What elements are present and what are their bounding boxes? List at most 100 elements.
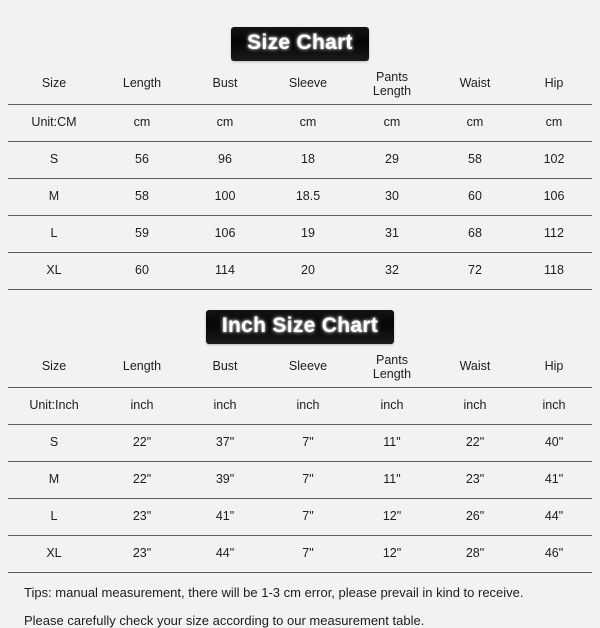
inch-row-m-bust: 39" xyxy=(215,472,235,487)
inch-row-xl-pants-length: 12" xyxy=(382,546,402,561)
cm-row-l-waist: 68 xyxy=(468,226,482,241)
footer-tip-line-1: Tips: manual measurement, there will be … xyxy=(24,585,524,601)
cm-unit-hip: cm xyxy=(545,115,563,130)
cm-unit-row: Unit:CM cm cm cm cm cm cm xyxy=(8,105,592,142)
cm-table-header: Size Length Bust Sleeve Pants Length Wai… xyxy=(8,64,592,105)
footer-tips: Tips: manual measurement, there will be … xyxy=(8,573,592,628)
inch-col-header-hip: Hip xyxy=(544,359,564,374)
cm-chart-title-banner: Size Chart xyxy=(231,27,369,62)
cm-row-m-size: M xyxy=(48,189,60,204)
inch-col-header-length: Length xyxy=(122,359,162,374)
inch-unit-label: Unit:Inch xyxy=(29,398,79,413)
cm-row-xl-hip: 118 xyxy=(544,263,564,278)
cm-pants-length-line2: Length xyxy=(372,84,412,99)
cm-row-l-bust: 106 xyxy=(214,226,236,241)
cm-unit-pants-length: cm xyxy=(383,115,401,130)
between-charts-spacer xyxy=(0,290,600,310)
table-row: XL 60 114 20 32 72 118 xyxy=(8,253,592,290)
inch-row-l-bust: 41" xyxy=(215,509,235,524)
cm-row-xl-sleeve: 20 xyxy=(301,263,315,278)
table-row: M 58 100 18.5 30 60 106 xyxy=(8,179,592,216)
cm-row-s-size: S xyxy=(49,152,59,167)
cm-col-header-size: Size xyxy=(41,76,67,91)
cm-row-l-length: 59 xyxy=(135,226,149,241)
cm-unit-label: Unit:CM xyxy=(31,115,77,130)
inch-row-m-size: M xyxy=(48,472,60,487)
cm-col-header-waist: Waist xyxy=(459,76,491,91)
cm-chart-title-banner-wrap: Size Chart xyxy=(0,27,600,62)
inch-row-l-waist: 26" xyxy=(465,509,485,524)
cm-row-l-hip: 112 xyxy=(544,226,564,241)
cm-row-m-waist: 60 xyxy=(468,189,482,204)
cm-row-xl-pants-length: 32 xyxy=(385,263,399,278)
cm-size-chart-block: Size Length Bust Sleeve Pants Length Wai… xyxy=(0,64,600,290)
cm-unit-sleeve: cm xyxy=(299,115,317,130)
inch-unit-hip: inch xyxy=(542,398,566,413)
cm-row-s-hip: 102 xyxy=(543,152,565,167)
cm-col-header-length: Length xyxy=(122,76,162,91)
cm-row-m-pants-length: 30 xyxy=(385,189,399,204)
inch-row-xl-bust: 44" xyxy=(215,546,235,561)
cm-row-s-waist: 58 xyxy=(468,152,482,167)
inch-col-header-size: Size xyxy=(41,359,67,374)
inch-pants-length-line1: Pants xyxy=(376,352,408,367)
cm-row-xl-bust: 114 xyxy=(215,263,235,278)
inch-row-xl-sleeve: 7" xyxy=(302,546,314,561)
cm-row-m-hip: 106 xyxy=(543,189,565,204)
inch-row-s-sleeve: 7" xyxy=(302,435,314,450)
inch-row-m-waist: 23" xyxy=(465,472,485,487)
cm-row-m-bust: 100 xyxy=(214,189,236,204)
inch-row-s-pants-length: 11" xyxy=(383,435,401,450)
inch-chart-title-banner-wrap: Inch Size Chart xyxy=(0,310,600,345)
inch-row-m-sleeve: 7" xyxy=(302,472,314,487)
cm-row-m-sleeve: 18.5 xyxy=(295,189,321,204)
inch-row-l-size: L xyxy=(50,509,58,524)
inch-unit-length: inch xyxy=(130,398,154,413)
inch-row-m-pants-length: 11" xyxy=(383,472,401,487)
cm-table-body: Unit:CM cm cm cm cm cm cm S 56 96 18 29 … xyxy=(8,105,592,290)
inch-unit-waist: inch xyxy=(463,398,487,413)
inch-col-header-waist: Waist xyxy=(459,359,491,374)
inch-unit-row: Unit:Inch inch inch inch inch inch inch xyxy=(8,388,592,425)
cm-unit-bust: cm xyxy=(216,115,234,130)
inch-chart-title-banner: Inch Size Chart xyxy=(205,310,395,345)
inch-unit-sleeve: inch xyxy=(296,398,320,413)
inch-row-xl-hip: 46" xyxy=(544,546,564,561)
cm-col-header-hip: Hip xyxy=(544,76,564,91)
cm-row-l-pants-length: 31 xyxy=(385,226,399,241)
inch-row-s-waist: 22" xyxy=(465,435,485,450)
inch-size-chart-block: Size Length Bust Sleeve Pants Length Wai… xyxy=(0,347,600,573)
inch-header-row: Size Length Bust Sleeve Pants Length Wai… xyxy=(8,347,592,388)
cm-row-m-length: 58 xyxy=(135,189,149,204)
inch-row-m-hip: 41" xyxy=(544,472,564,487)
cm-row-xl-waist: 72 xyxy=(468,263,482,278)
inch-col-header-bust: Bust xyxy=(212,359,238,374)
cm-header-row: Size Length Bust Sleeve Pants Length Wai… xyxy=(8,64,592,105)
table-row: S 22" 37" 7" 11" 22" 40" xyxy=(8,425,592,462)
cm-row-s-length: 56 xyxy=(135,152,149,167)
inch-row-s-size: S xyxy=(49,435,59,450)
cm-row-l-sleeve: 19 xyxy=(301,226,315,241)
cm-col-header-sleeve: Sleeve xyxy=(288,76,328,91)
inch-row-m-length: 22" xyxy=(132,472,152,487)
inch-row-xl-size: XL xyxy=(46,546,62,561)
inch-row-xl-length: 23" xyxy=(132,546,152,561)
inch-row-l-length: 23" xyxy=(132,509,152,524)
cm-size-table: Size Length Bust Sleeve Pants Length Wai… xyxy=(8,64,592,290)
cm-row-xl-size: XL xyxy=(46,263,62,278)
cm-row-xl-length: 60 xyxy=(135,263,149,278)
cm-row-s-pants-length: 29 xyxy=(385,152,399,167)
inch-row-l-hip: 44" xyxy=(544,509,564,524)
footer-tip-line-2: Please carefully check your size accordi… xyxy=(24,612,425,628)
inch-col-header-sleeve: Sleeve xyxy=(288,359,328,374)
inch-table-header: Size Length Bust Sleeve Pants Length Wai… xyxy=(8,347,592,388)
cm-unit-waist: cm xyxy=(466,115,484,130)
inch-row-s-hip: 40" xyxy=(544,435,564,450)
inch-row-s-bust: 37" xyxy=(215,435,235,450)
inch-unit-bust: inch xyxy=(213,398,237,413)
table-row: M 22" 39" 7" 11" 23" 41" xyxy=(8,462,592,499)
cm-col-header-pants-length: Pants Length xyxy=(350,64,434,105)
inch-row-l-sleeve: 7" xyxy=(302,509,314,524)
inch-table-body: Unit:Inch inch inch inch inch inch inch … xyxy=(8,388,592,573)
table-row: S 56 96 18 29 58 102 xyxy=(8,142,592,179)
